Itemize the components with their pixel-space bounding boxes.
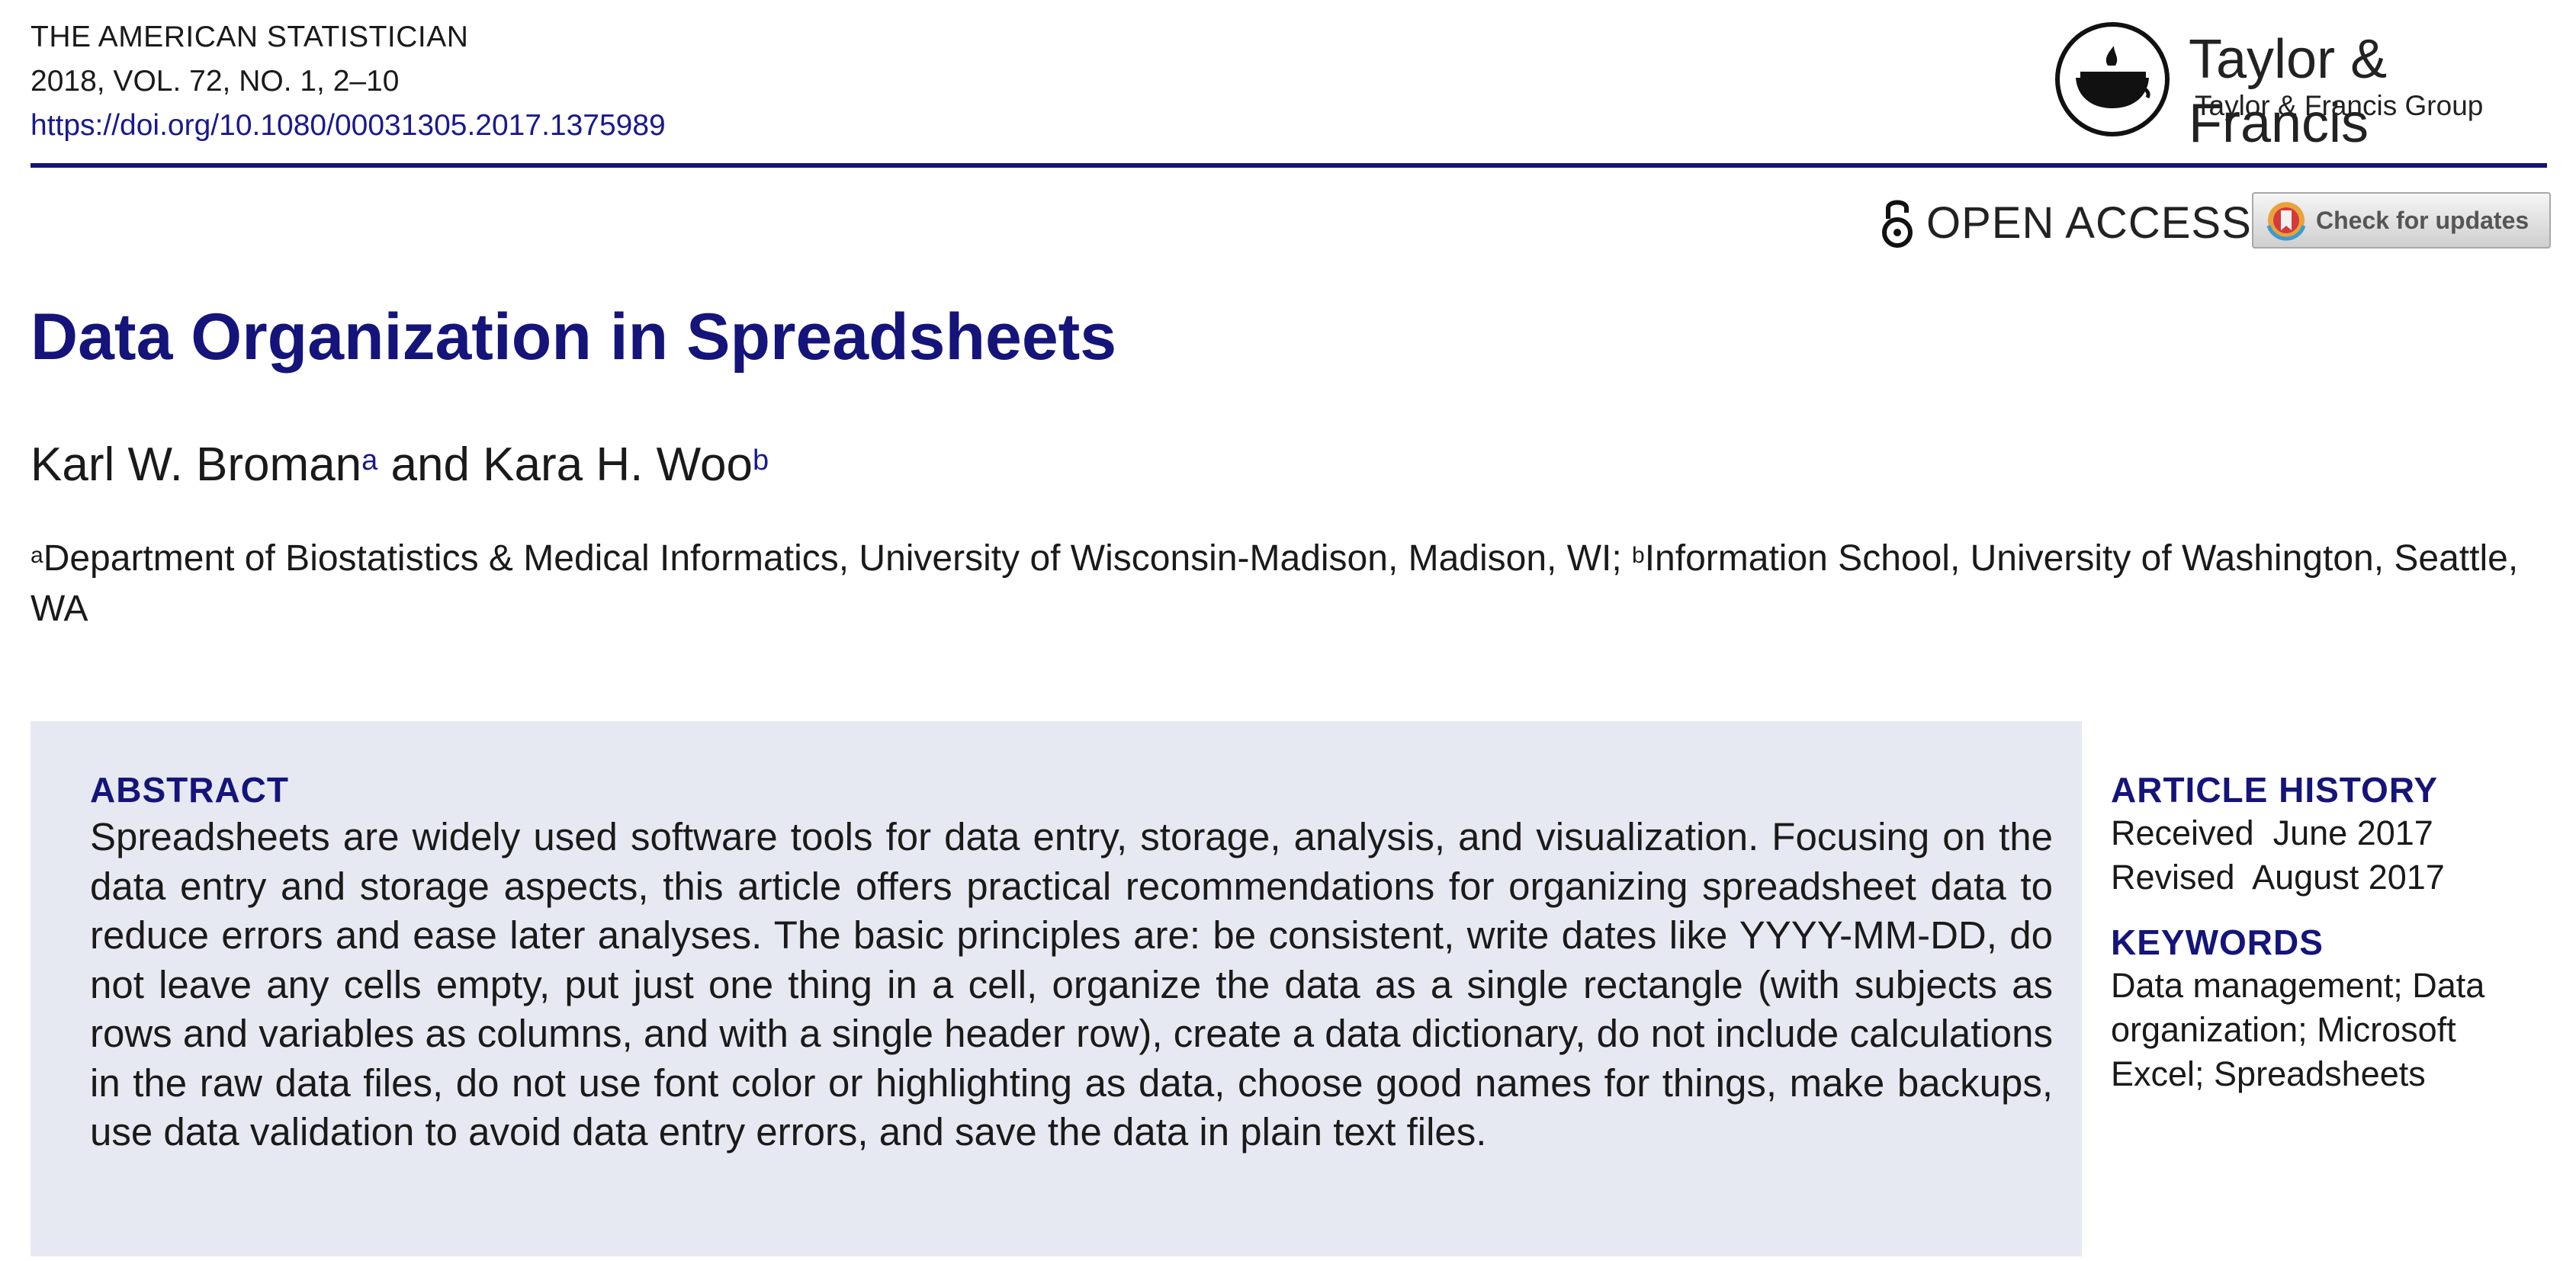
abstract-box: ABSTRACT Spreadsheets are widely used so…	[31, 721, 2082, 1256]
article-title: Data Organization in Spreadsheets	[31, 300, 1117, 374]
author-line: Karl W. Bromana and Kara H. Woob	[31, 436, 769, 494]
author-name[interactable]: Kara H. Woo	[483, 438, 753, 491]
open-access-label: OPEN ACCESS	[1926, 197, 2252, 248]
publisher-group: Taylor & Francis Group	[2195, 90, 2484, 121]
keywords-list: Data management; Data organization; Micr…	[2111, 966, 2485, 1093]
abstract-heading: ABSTRACT	[90, 770, 289, 810]
crossmark-icon	[2266, 202, 2306, 241]
affiliation-mark: b	[1632, 543, 1645, 568]
doi-link[interactable]: https://doi.org/10.1080/00031305.2017.13…	[31, 109, 666, 142]
article-first-page: THE AMERICAN STATISTICIAN 2018, VOL. 72,…	[0, 0, 2576, 1261]
header-divider	[31, 163, 2547, 168]
affiliation-mark[interactable]: a	[361, 444, 377, 476]
check-for-updates-label: Check for updates	[2316, 206, 2529, 234]
abstract-text: Spreadsheets are widely used software to…	[90, 815, 2053, 1154]
keywords-section: KEYWORDS Data management; Data organizat…	[2111, 921, 2568, 1096]
revised-date: Revised August 2017	[2111, 858, 2445, 897]
affiliation-mark: a	[31, 543, 43, 568]
author-name[interactable]: Karl W. Broman	[31, 438, 361, 491]
author-joiner: and	[377, 438, 483, 491]
keywords-heading: KEYWORDS	[2111, 922, 2324, 962]
open-access-badge: OPEN ACCESS	[1881, 192, 2252, 253]
open-lock-icon	[1882, 200, 1913, 248]
affiliation-mark[interactable]: b	[753, 444, 769, 476]
journal-info: THE AMERICAN STATISTICIAN 2018, VOL. 72,…	[31, 15, 666, 148]
affiliation-text: Department of Biostatistics & Medical In…	[43, 538, 1633, 579]
article-history-heading: ARTICLE HISTORY	[2111, 770, 2439, 810]
check-for-updates-button[interactable]: Check for updates	[2252, 192, 2551, 249]
affiliations: aDepartment of Biostatistics & Medical I…	[31, 534, 2547, 634]
article-sidebar: ARTICLE HISTORY Received June 2017 Revis…	[2111, 768, 2568, 1096]
received-date: Received June 2017	[2111, 813, 2433, 852]
journal-name: THE AMERICAN STATISTICIAN	[31, 21, 469, 53]
journal-citation: 2018, VOL. 72, NO. 1, 2–10	[31, 65, 400, 98]
